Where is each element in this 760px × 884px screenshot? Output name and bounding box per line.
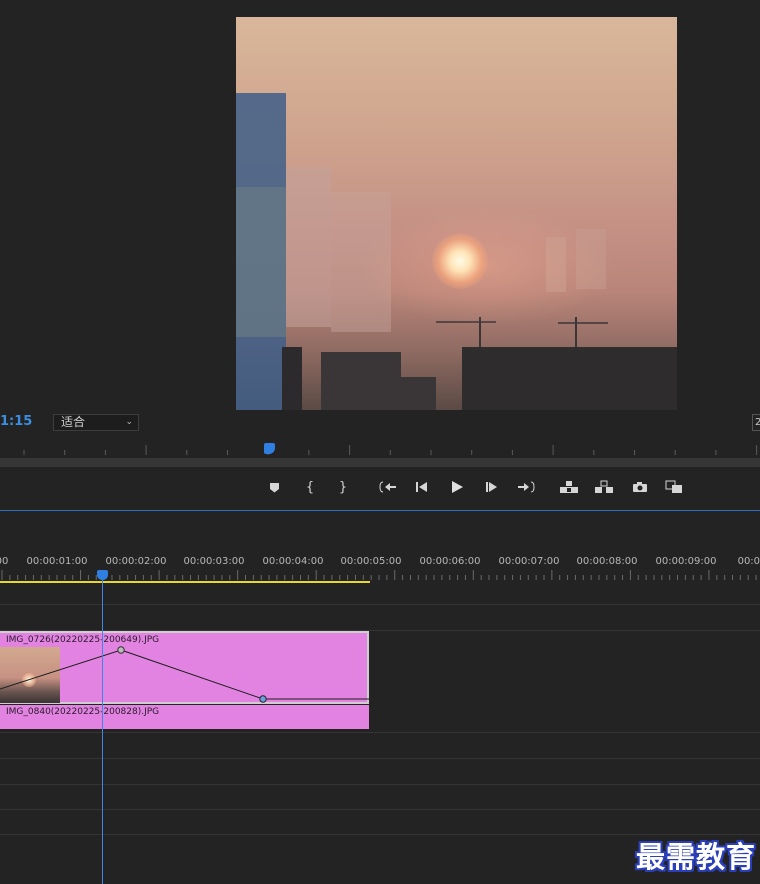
ruler-label: 00:00:02:00 [105, 556, 167, 567]
lift-button[interactable] [556, 474, 582, 500]
resolution-select[interactable]: 2 [752, 414, 760, 431]
chevron-down-icon: ⌄ [125, 417, 133, 427]
comparison-view-icon [665, 480, 682, 493]
opacity-keyframe-line[interactable] [0, 633, 369, 706]
keyframe[interactable] [259, 695, 267, 703]
clip-name: IMG_0840(20220225-200828).JPG [6, 707, 160, 717]
go-to-in-icon [379, 481, 396, 493]
playhead-timecode[interactable]: 1:15 [0, 414, 32, 429]
comparison-view-button[interactable] [661, 474, 687, 500]
zoom-fit-label: 适合 [61, 415, 86, 429]
export-frame-button[interactable] [627, 474, 653, 500]
ruler-label: 00:00:05:00 [340, 556, 402, 567]
track-divider [0, 809, 760, 810]
step-back-button[interactable] [409, 474, 435, 500]
video-clip-v1[interactable]: IMG_0840(20220225-200828).JPG [0, 705, 369, 729]
track-divider [0, 732, 760, 733]
ruler-label: 00:00:08:00 [576, 556, 638, 567]
monitor-scrub-track[interactable] [0, 458, 760, 467]
step-forward-button[interactable] [479, 474, 505, 500]
add-marker-button[interactable] [261, 474, 287, 500]
sun [432, 233, 488, 289]
transport-controls: { } [0, 474, 760, 500]
ruler-label: 00:00:04:00 [262, 556, 324, 567]
go-to-out-button[interactable] [513, 474, 539, 500]
playhead-handle[interactable] [97, 570, 108, 580]
ruler-label: 00:00:01:00 [26, 556, 88, 567]
lift-icon [560, 481, 578, 493]
play-icon [452, 481, 463, 493]
monitor-time-ruler[interactable] [0, 440, 760, 458]
play-button[interactable] [444, 474, 470, 500]
ruler-label: 00:00:07:00 [498, 556, 560, 567]
extract-icon [595, 480, 613, 493]
mark-out-button[interactable]: } [330, 474, 356, 500]
playhead-line[interactable] [102, 578, 103, 884]
keyframe[interactable] [117, 646, 125, 654]
ruler-label: 00:00 [737, 556, 760, 567]
zoom-fit-select[interactable]: 适合 ⌄ [53, 414, 139, 431]
track-divider [0, 604, 760, 605]
go-to-out-icon [518, 481, 535, 493]
timeline-ruler-labels[interactable]: 00 00:00:01:00 00:00:02:00 00:00:03:00 0… [0, 556, 760, 570]
step-forward-icon [486, 482, 497, 492]
extract-button[interactable] [591, 474, 617, 500]
ruler-label: 00 [0, 556, 9, 567]
camera-icon [633, 482, 647, 492]
watermark-logo: 最需教育 [636, 840, 757, 874]
panel-divider [0, 510, 760, 511]
track-divider [0, 758, 760, 759]
marker-icon [269, 482, 279, 492]
ruler-label: 00:00:06:00 [419, 556, 481, 567]
program-monitor-preview [236, 17, 677, 410]
go-to-in-button[interactable] [375, 474, 401, 500]
mark-in-icon: { [305, 479, 315, 495]
step-back-icon [416, 482, 427, 492]
ruler-label: 00:00:09:00 [655, 556, 717, 567]
work-area-bar[interactable] [0, 581, 370, 583]
mark-out-icon: } [338, 479, 348, 495]
track-divider [0, 784, 760, 785]
mark-in-button[interactable]: { [297, 474, 323, 500]
ruler-label: 00:00:03:00 [183, 556, 245, 567]
video-clip-v2[interactable]: IMG_0726(20220225-200649).JPG [0, 631, 369, 704]
